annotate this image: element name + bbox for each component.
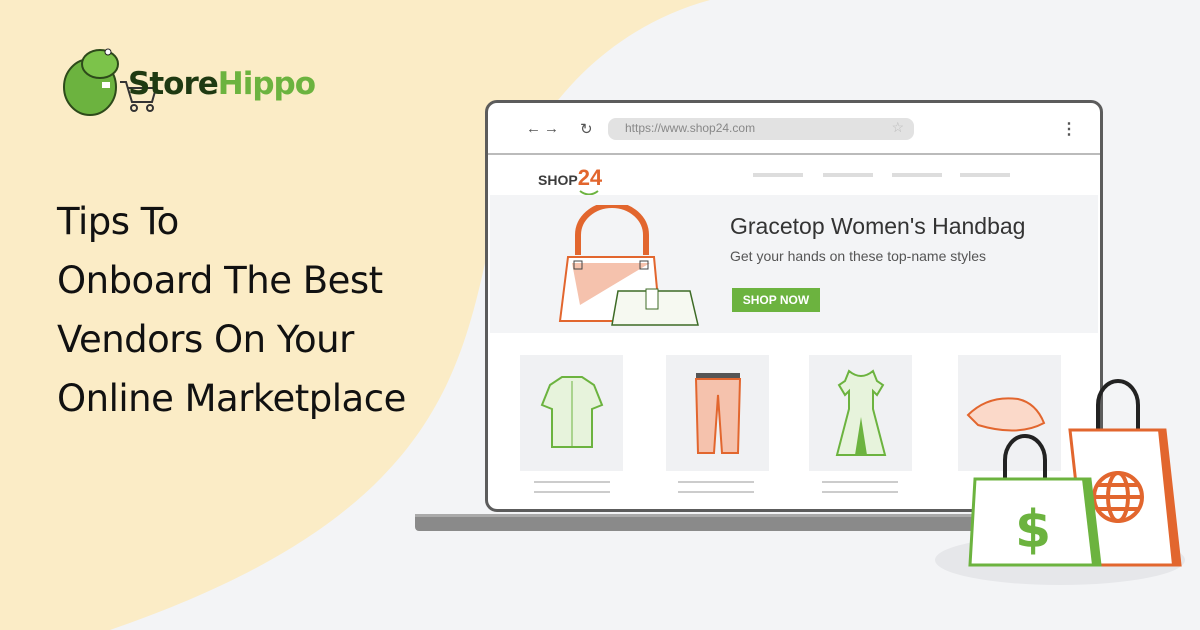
url-text: https://www.shop24.com (625, 121, 756, 135)
arrow-right-icon[interactable]: → (544, 120, 559, 137)
hero-banner: Gracetop Women's Handbag Get your hands … (490, 195, 1098, 333)
headline-line: Online Marketplace (57, 377, 406, 420)
kebab-menu-icon[interactable]: ⋮ (1061, 119, 1077, 139)
nav-placeholder[interactable] (823, 173, 873, 177)
headline-line: Vendors On Your (57, 318, 354, 361)
product-card[interactable] (520, 355, 623, 471)
headline: Tips To Onboard The Best Vendors On Your… (57, 192, 406, 428)
product-text-placeholder (678, 491, 754, 493)
shirt-icon (540, 376, 604, 448)
handbag-icon (558, 205, 699, 326)
product-text-placeholder (534, 481, 610, 483)
laptop-base (415, 517, 1005, 531)
shop-now-button[interactable]: SHOP NOW (732, 288, 820, 312)
product-card[interactable] (809, 355, 912, 471)
nav-placeholder[interactable] (892, 173, 942, 177)
product-text-placeholder (822, 491, 898, 493)
url-bar[interactable]: https://www.shop24.com ☆ (608, 118, 914, 140)
headline-line: Onboard The Best (57, 259, 383, 302)
shopping-bags: $ (968, 379, 1182, 567)
product-text-placeholder (534, 491, 610, 493)
headline-line: Tips To (57, 200, 179, 243)
hero-title: Gracetop Women's Handbag (730, 213, 1026, 239)
hero-subtitle: Get your hands on these top-name styles (730, 248, 987, 264)
nav-placeholder[interactable] (960, 173, 1010, 177)
shop24-logo[interactable]: SHOP24 (538, 165, 602, 191)
star-icon[interactable]: ☆ (891, 119, 904, 136)
trousers-icon (694, 373, 742, 454)
reload-icon[interactable]: ↻ (580, 120, 593, 138)
dollar-icon: $ (1015, 500, 1051, 560)
dress-icon (835, 369, 887, 456)
product-card[interactable] (666, 355, 769, 471)
browser-toolbar: ← → ↻ https://www.shop24.com ☆ ⋮ (488, 103, 1100, 155)
nav-placeholder[interactable] (753, 173, 803, 177)
product-text-placeholder (822, 481, 898, 483)
product-text-placeholder (678, 481, 754, 483)
storehippo-logo-text: StoreHippo (128, 66, 316, 102)
arrow-left-icon[interactable]: ← (526, 120, 541, 137)
